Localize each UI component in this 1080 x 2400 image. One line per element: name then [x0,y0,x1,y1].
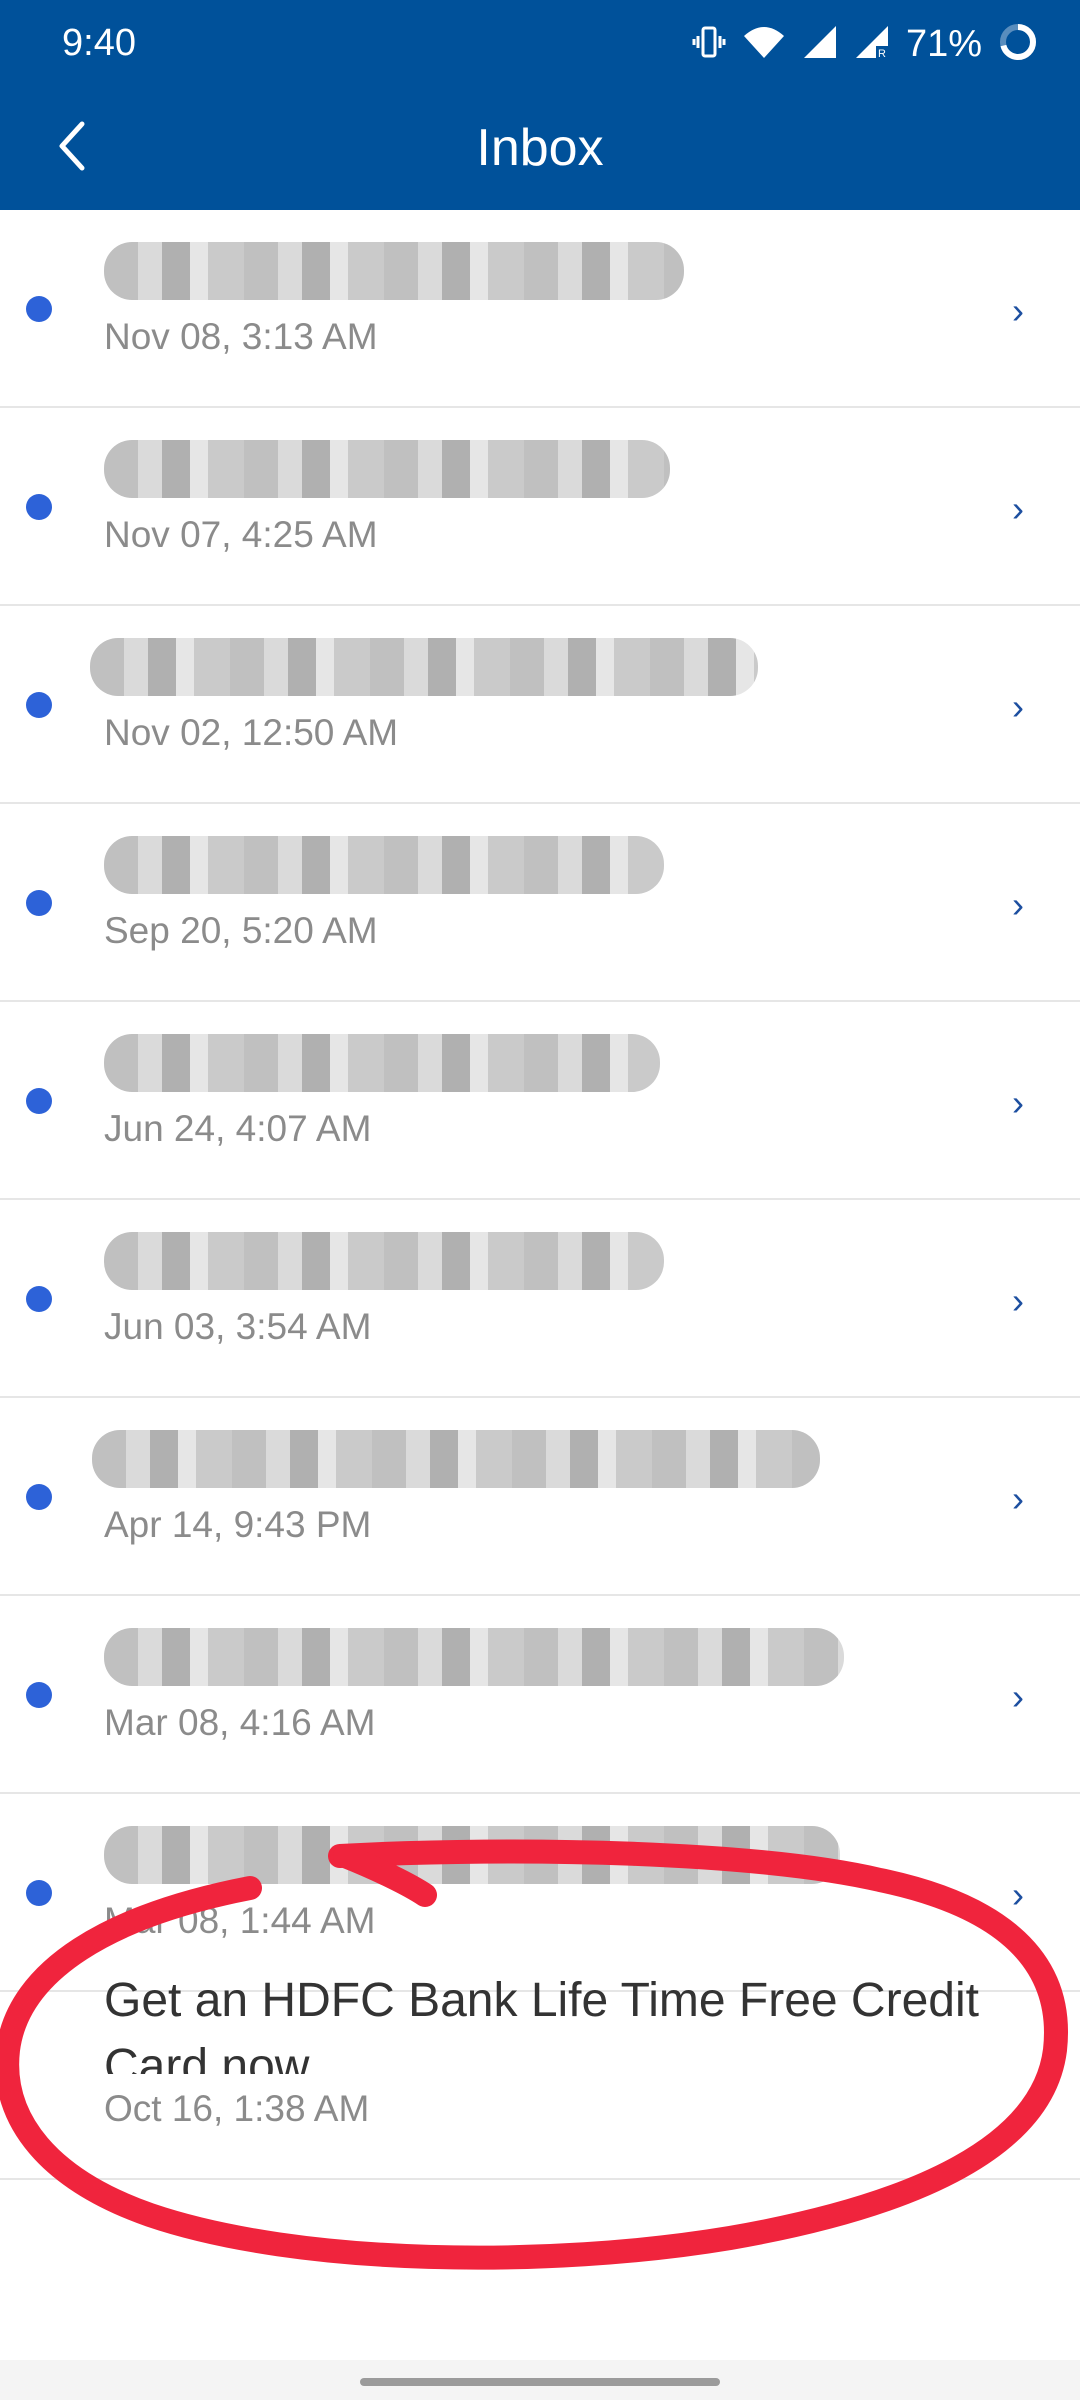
battery-percent: 71% [905,22,982,65]
signal-roaming-icon: R [854,24,890,65]
wifi-icon [742,24,786,65]
chevron-right-icon: › [1012,686,1024,727]
app-bar: Inbox [0,88,1080,210]
unread-dot [26,1880,52,1906]
message-row[interactable]: Nov 02, 12:50 AM › [0,606,1080,804]
unread-dot [26,1682,52,1708]
promo-message-subject: Get an HDFC Bank Life Time Free Credit C… [104,1974,979,2074]
chevron-right-icon: › [1012,1676,1024,1717]
status-time: 9:40 [62,22,136,64]
redacted-subject [104,242,684,300]
unread-dot [26,494,52,520]
status-bar: 9:40 R 71% [0,0,1080,88]
message-row[interactable]: Jun 24, 4:07 AM › [0,1002,1080,1200]
chevron-right-icon: › [1012,884,1024,925]
promo-subject-clip: Get an HDFC Bank Life Time Free Credit C… [104,1944,1064,2074]
message-date: Jun 03, 3:54 AM [104,1306,372,1347]
message-row[interactable]: Sep 20, 5:20 AM › [0,804,1080,1002]
page-title: Inbox [476,119,604,177]
unread-dot [26,296,52,322]
promo-message-date: Oct 16, 1:38 AM [104,2088,370,2129]
redacted-subject [104,1034,660,1092]
unread-dot [26,1088,52,1114]
message-row[interactable]: Nov 07, 4:25 AM › [0,408,1080,606]
redacted-subject [104,440,670,498]
message-date: Apr 14, 9:43 PM [104,1504,372,1545]
chevron-right-icon: › [1012,1082,1024,1123]
message-date: Mar 08, 1:44 AM [104,1900,376,1941]
battery-ring-icon [998,22,1038,67]
message-row[interactable]: Apr 14, 9:43 PM › [0,1398,1080,1596]
redacted-subject [104,836,664,894]
home-indicator[interactable] [360,2378,720,2386]
redacted-subject [104,1826,840,1884]
message-row[interactable]: Nov 08, 3:13 AM › [0,210,1080,408]
vibrate-icon [692,22,726,67]
inbox-list: Nov 08, 3:13 AM › Nov 07, 4:25 AM › Nov … [0,210,1080,1992]
chevron-right-icon: › [1012,290,1024,331]
chevron-right-icon: › [1012,1478,1024,1519]
unread-dot [26,692,52,718]
unread-dot [26,890,52,916]
signal-icon [802,24,838,65]
chevron-right-icon: › [1012,1280,1024,1321]
message-date: Sep 20, 5:20 AM [104,910,378,951]
redacted-subject [104,1232,664,1290]
message-date: Mar 08, 4:16 AM [104,1702,376,1743]
message-row[interactable]: Jun 03, 3:54 AM › [0,1200,1080,1398]
chevron-right-icon: › [1012,488,1024,529]
redacted-subject [92,1430,820,1488]
message-date: Nov 02, 12:50 AM [104,712,399,753]
unread-dot [26,1286,52,1312]
status-icons: R 71% [692,18,1038,70]
message-row[interactable]: Mar 08, 4:16 AM › [0,1596,1080,1794]
promo-message-row[interactable]: Get an HDFC Bank Life Time Free Credit C… [0,1974,1080,2180]
message-date: Jun 24, 4:07 AM [104,1108,372,1149]
redacted-subject [104,1628,844,1686]
chevron-right-icon: › [1012,1874,1024,1915]
unread-dot [26,1484,52,1510]
redacted-subject [90,638,758,696]
svg-text:R: R [878,48,886,60]
gesture-bar-area [0,2360,1080,2400]
message-date: Nov 07, 4:25 AM [104,514,378,555]
message-date: Nov 08, 3:13 AM [104,316,378,357]
